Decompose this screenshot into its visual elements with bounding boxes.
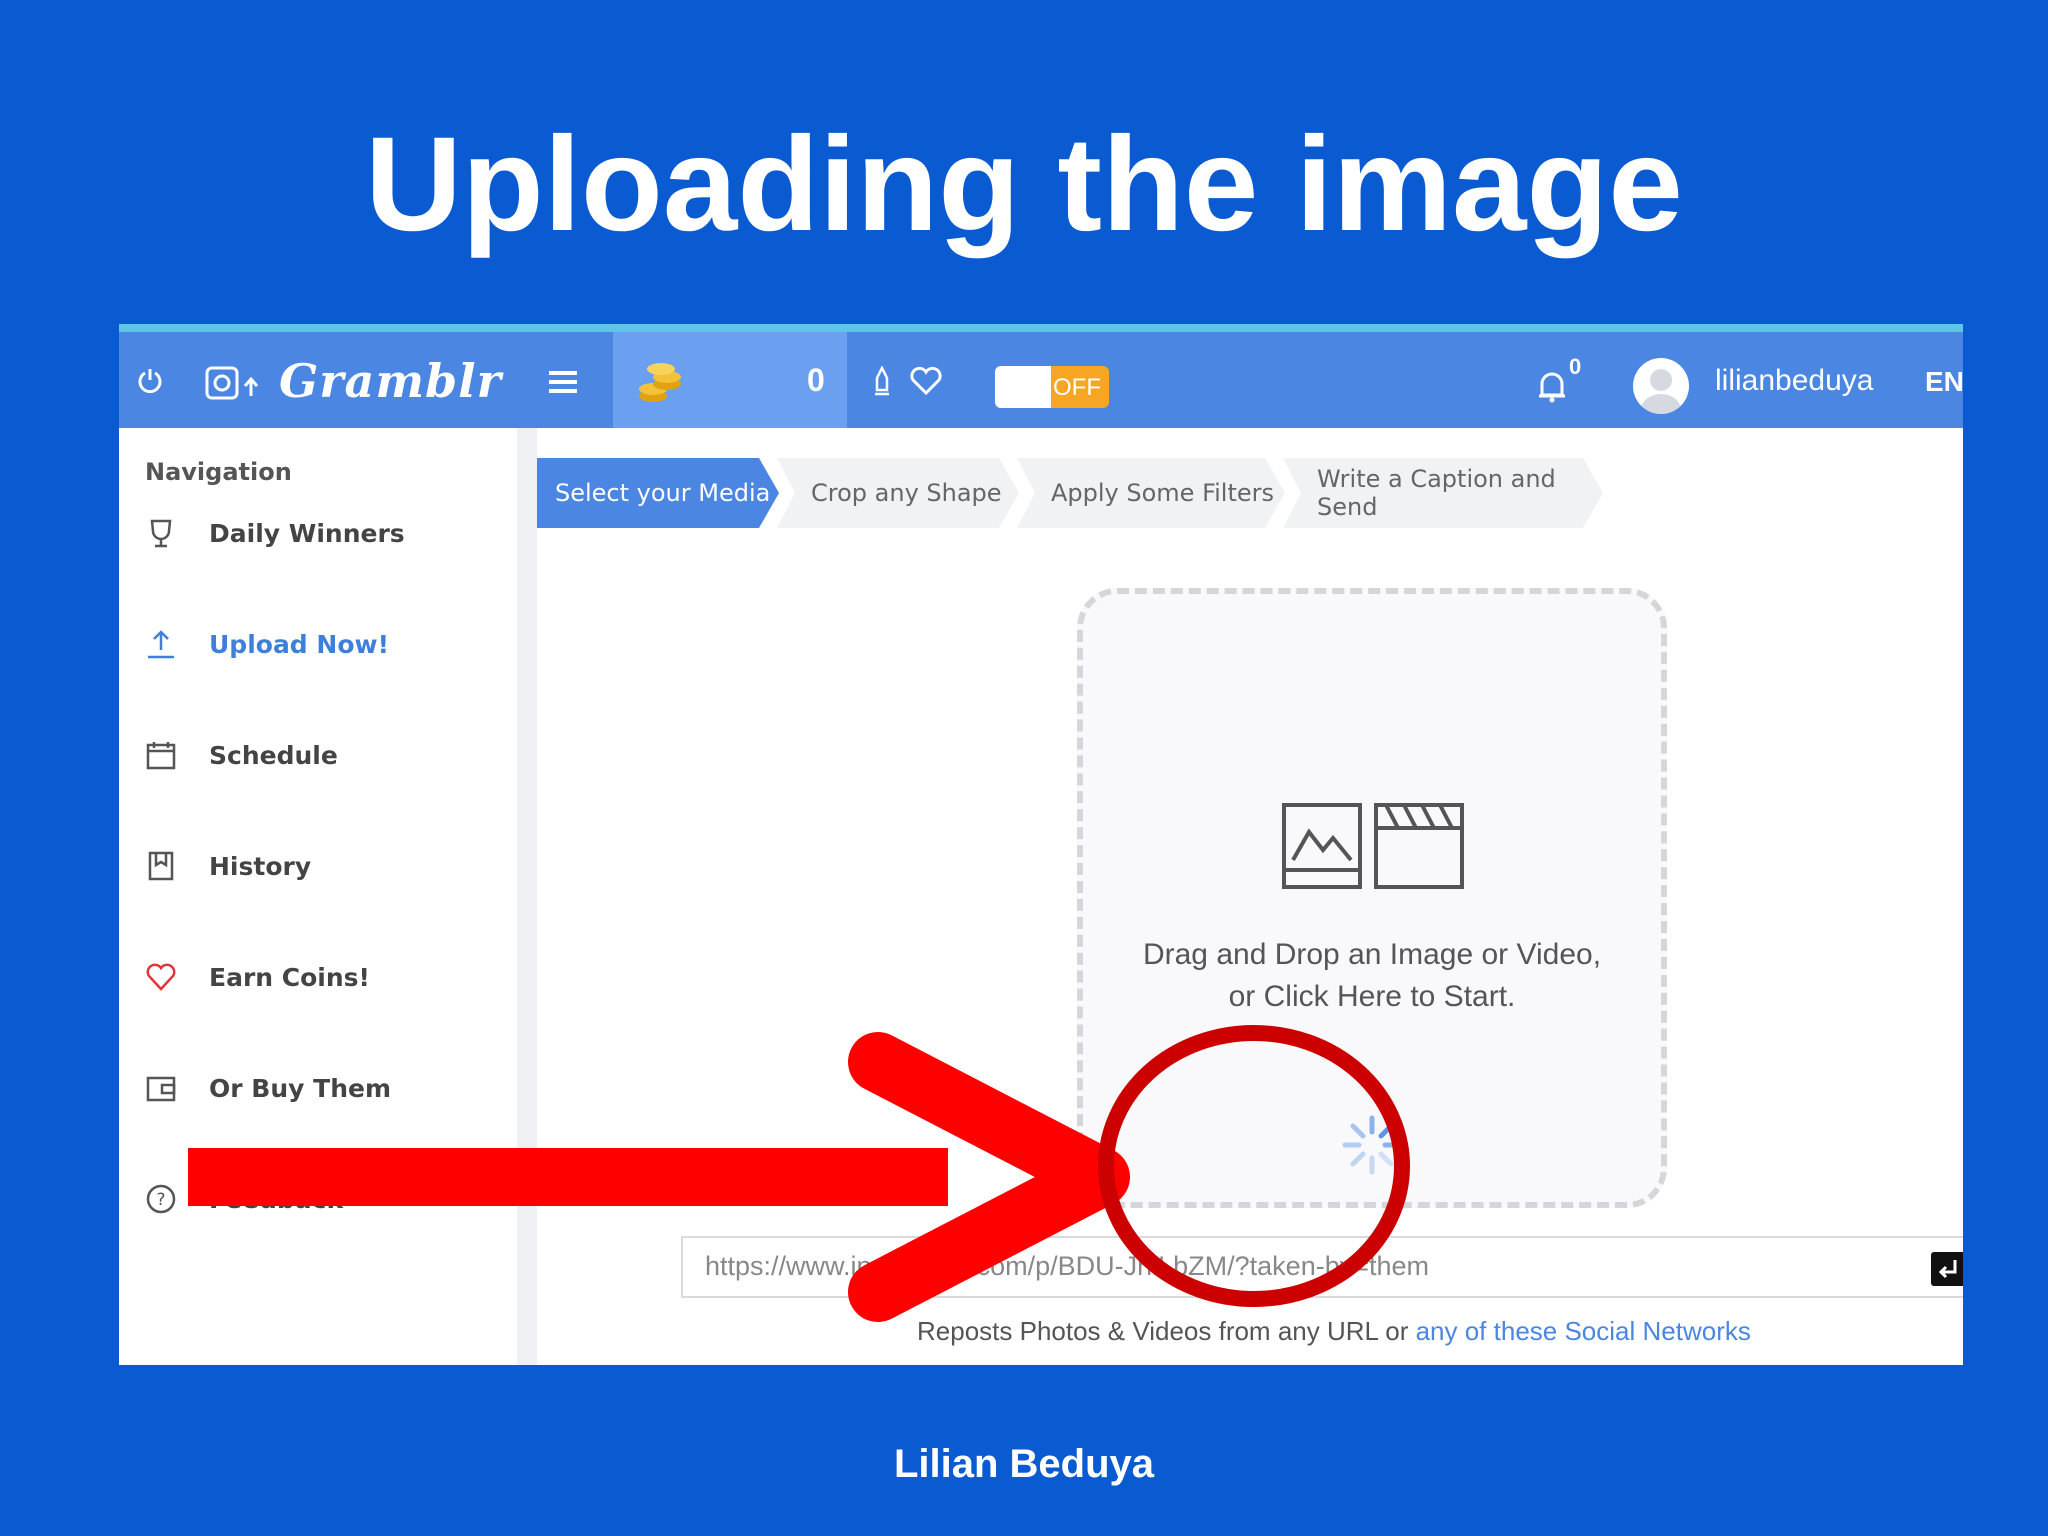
user-silhouette-icon bbox=[1641, 369, 1681, 414]
slide-title: Uploading the image bbox=[365, 110, 1683, 259]
sidebar-item-schedule[interactable]: Schedule bbox=[145, 730, 505, 780]
sidebar: Navigation Daily Winners Upload Now! Sch… bbox=[119, 428, 517, 1365]
sidebar-item-label: Schedule bbox=[209, 740, 338, 770]
sidebar-item-daily-winners[interactable]: Daily Winners bbox=[145, 508, 505, 558]
reposts-text: Reposts Photos & Videos from any URL or bbox=[917, 1316, 1416, 1346]
step-label: Select your Media bbox=[555, 479, 771, 507]
upload-icon bbox=[145, 628, 177, 660]
sidebar-item-label: Or Buy Them bbox=[209, 1073, 391, 1103]
sidebar-item-history[interactable]: History bbox=[145, 841, 505, 891]
dropzone-line-1: Drag and Drop an Image or Video, bbox=[1142, 938, 1602, 971]
reposts-note: Reposts Photos & Videos from any URL or … bbox=[917, 1316, 1751, 1347]
hamburger-menu-icon[interactable] bbox=[547, 368, 579, 396]
wallet-icon bbox=[145, 1072, 177, 1104]
step-apply-filters[interactable]: Apply Some Filters bbox=[1017, 458, 1285, 528]
repost-url-input[interactable] bbox=[703, 1250, 1887, 1283]
enter-button[interactable] bbox=[1931, 1252, 1963, 1286]
sidebar-item-label: Feedback bbox=[209, 1184, 344, 1214]
trophy-icon bbox=[145, 517, 177, 549]
sidebar-item-earn-coins[interactable]: Earn Coins! bbox=[145, 952, 505, 1002]
sidebar-item-upload-now[interactable]: Upload Now! bbox=[145, 619, 505, 669]
social-networks-link[interactable]: any of these Social Networks bbox=[1416, 1316, 1751, 1346]
coins-count: 0 bbox=[807, 362, 825, 398]
sidebar-item-label: Upload Now! bbox=[209, 629, 390, 659]
media-dropzone[interactable]: Drag and Drop an Image or Video, or Clic… bbox=[1077, 588, 1667, 1208]
sidebar-item-label: Earn Coins! bbox=[209, 962, 370, 992]
username[interactable]: lilianbeduya bbox=[1715, 364, 1873, 398]
brand-logo[interactable]: Gramblr bbox=[279, 354, 502, 408]
sidebar-item-buy-coins[interactable]: Or Buy Them bbox=[145, 1063, 505, 1113]
dropzone-instructions: Drag and Drop an Image or Video, or Clic… bbox=[1083, 934, 1661, 1018]
instagram-upload-icon[interactable] bbox=[205, 366, 261, 400]
bell-icon[interactable] bbox=[1535, 368, 1569, 404]
language-selector[interactable]: EN bbox=[1925, 366, 1963, 398]
heart-icon bbox=[145, 961, 177, 993]
step-label: Crop any Shape bbox=[811, 479, 1002, 507]
sidebar-divider bbox=[517, 428, 537, 1365]
nav-heading: Navigation bbox=[145, 458, 292, 486]
heart-icon[interactable] bbox=[909, 366, 943, 396]
upload-panel: Select your Media Crop any Shape Apply S… bbox=[537, 428, 1963, 1365]
avatar[interactable] bbox=[1633, 358, 1689, 414]
step-write-caption[interactable]: Write a Caption and Send bbox=[1283, 458, 1603, 528]
rocket-icon[interactable] bbox=[869, 366, 895, 398]
history-icon bbox=[145, 850, 177, 882]
toggle-knob bbox=[995, 366, 1051, 408]
slide-author: Lilian Beduya bbox=[893, 1442, 1155, 1486]
toggle-label: OFF bbox=[1053, 374, 1101, 401]
step-select-media[interactable]: Select your Media bbox=[537, 458, 779, 528]
auto-toggle[interactable]: OFF bbox=[995, 366, 1109, 408]
url-field: # bbox=[681, 1236, 1963, 1298]
sidebar-item-label: Daily Winners bbox=[209, 518, 405, 548]
dropzone-line-2: or Click Here to Start. bbox=[1228, 980, 1516, 1013]
coins-icon bbox=[639, 363, 681, 402]
sidebar-item-feedback[interactable]: ? Feedback bbox=[145, 1174, 505, 1224]
app-screenshot: Gramblr 0 OFF 0 lilianbeduya EN Navigati… bbox=[119, 324, 1963, 1365]
top-bar: Gramblr 0 OFF 0 lilianbeduya EN bbox=[119, 324, 1963, 428]
step-label: Write a Caption and Send bbox=[1317, 465, 1556, 521]
image-video-icon bbox=[1282, 803, 1464, 889]
question-icon: ? bbox=[145, 1183, 177, 1215]
calendar-icon bbox=[145, 739, 177, 771]
sidebar-item-label: History bbox=[209, 851, 312, 881]
loading-spinner-icon bbox=[1342, 1115, 1402, 1175]
power-icon[interactable] bbox=[135, 366, 165, 396]
svg-text:?: ? bbox=[156, 1190, 165, 1210]
step-crop-shape[interactable]: Crop any Shape bbox=[777, 458, 1019, 528]
enter-icon bbox=[1938, 1260, 1957, 1279]
step-label: Apply Some Filters bbox=[1051, 479, 1275, 507]
notification-count: 0 bbox=[1569, 354, 1582, 379]
